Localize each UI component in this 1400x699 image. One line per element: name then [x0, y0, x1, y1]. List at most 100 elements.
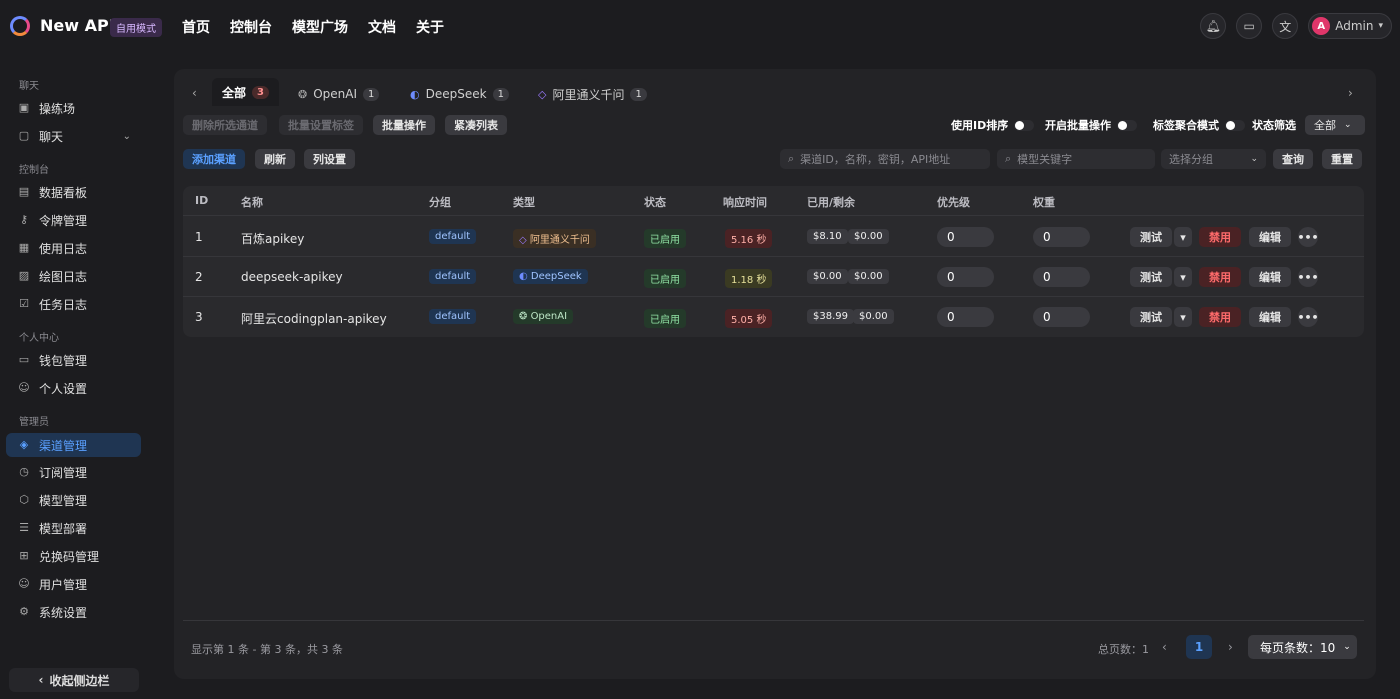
sidebar-item-label: 系统设置 — [39, 605, 88, 620]
cell-id: 1 — [195, 230, 203, 244]
test-dropdown-icon[interactable]: ▾ — [1174, 227, 1192, 247]
batch-ops-button[interactable]: 批量操作 — [373, 115, 435, 135]
sidebar-item-wallet[interactable]: ▭ 钱包管理 — [6, 348, 141, 372]
switch[interactable] — [1117, 119, 1137, 131]
footer-divider — [183, 620, 1364, 621]
nav-models[interactable]: 模型广场 — [292, 17, 348, 37]
chevron-left-icon[interactable]: ‹ — [192, 86, 197, 100]
disable-button[interactable]: 禁用 — [1199, 227, 1241, 247]
nav-docs[interactable]: 文档 — [368, 17, 396, 37]
nav-about[interactable]: 关于 — [416, 17, 444, 37]
chevron-right-icon[interactable]: › — [1228, 640, 1233, 654]
priority-input[interactable]: 0 — [937, 227, 994, 247]
sidebar-item-profile[interactable]: ☺ 个人设置 — [6, 376, 141, 400]
test-button[interactable]: 测试 — [1130, 307, 1172, 327]
weight-input[interactable]: 0 — [1033, 267, 1090, 287]
model-search-input[interactable]: ⌕ 模型关键字 — [997, 149, 1155, 169]
deepseek-icon: ◐ — [410, 87, 420, 101]
more-icon[interactable]: ••• — [1297, 227, 1319, 247]
sidebar-item-channels[interactable]: ◈ 渠道管理 — [6, 433, 141, 457]
tab-qwen[interactable]: ◇ 阿里通义千问 1 — [538, 82, 647, 106]
page-button-current[interactable]: 1 — [1186, 635, 1212, 659]
more-icon[interactable]: ••• — [1297, 307, 1319, 327]
edit-button[interactable]: 编辑 — [1249, 307, 1291, 327]
sidebar-item-subscriptions[interactable]: ◷ 订阅管理 — [6, 460, 141, 484]
disable-button[interactable]: 禁用 — [1199, 267, 1241, 287]
priority-input[interactable]: 0 — [937, 307, 994, 327]
sidebar-item-redeem[interactable]: ⊞ 兑换码管理 — [6, 544, 141, 568]
app-title[interactable]: New API — [40, 16, 115, 35]
test-dropdown-icon[interactable]: ▾ — [1174, 307, 1192, 327]
tab-deepseek[interactable]: ◐ DeepSeek 1 — [410, 82, 509, 106]
cell-name: 阿里云codingplan-apikey — [241, 312, 387, 326]
channel-table: ID 名称 分组 类型 状态 响应时间 已用/剩余 优先级 权重 1 百炼api… — [183, 186, 1364, 337]
switch[interactable] — [1225, 119, 1245, 131]
tab-all[interactable]: 全部 3 — [212, 78, 279, 106]
weight-input[interactable]: 0 — [1033, 227, 1090, 247]
test-button[interactable]: 测试 — [1130, 267, 1172, 287]
qwen-icon: ◇ — [538, 87, 547, 101]
translate-icon[interactable]: 文 — [1272, 13, 1299, 39]
delete-selected-button[interactable]: 删除所选通道 — [183, 115, 267, 135]
reset-button[interactable]: 重置 — [1322, 149, 1362, 169]
status-filter-select[interactable]: 全部 ⌄ — [1305, 115, 1365, 135]
app-logo-icon[interactable] — [10, 16, 30, 36]
batch-mode-toggle[interactable]: 开启批量操作 — [1045, 117, 1137, 133]
batch-tags-button[interactable]: 批量设置标签 — [279, 115, 363, 135]
switch[interactable] — [1014, 119, 1035, 131]
compact-list-button[interactable]: 紧凑列表 — [445, 115, 507, 135]
sidebar-item-chat[interactable]: ▢ 聊天 ⌄ — [6, 124, 141, 148]
group-tag: default — [429, 269, 477, 284]
collapse-sidebar-button[interactable]: ‹ 收起侧边栏 — [9, 668, 139, 692]
sidebar-item-tokens[interactable]: ⚷ 令牌管理 — [6, 208, 141, 232]
type-tag: ◇ 阿里通义千问 — [513, 229, 596, 248]
test-button[interactable]: 测试 — [1130, 227, 1172, 247]
sidebar-item-playground[interactable]: ▣ 操练场 — [6, 96, 141, 120]
sidebar-item-task-log[interactable]: ☑ 任务日志 — [6, 292, 141, 316]
table-row[interactable]: 1 百炼apikey default ◇ 阿里通义千问 已启用 5.16 秒 $… — [183, 217, 1364, 257]
sidebar-item-label: 使用日志 — [39, 241, 88, 256]
tag-aggregate-toggle[interactable]: 标签聚合模式 — [1153, 117, 1245, 133]
sidebar-item-settings[interactable]: ⚙ 系统设置 — [6, 600, 141, 624]
refresh-button[interactable]: 刷新 — [255, 149, 295, 169]
used-amount: $0.00 — [807, 269, 848, 284]
add-channel-button[interactable]: 添加渠道 — [183, 149, 245, 169]
weight-input[interactable]: 0 — [1033, 307, 1090, 327]
table-row[interactable]: 3 阿里云codingplan-apikey default ❂ OpenAI … — [183, 297, 1364, 337]
nav-home[interactable]: 首页 — [182, 17, 210, 37]
column-settings-button[interactable]: 列设置 — [304, 149, 355, 169]
more-icon[interactable]: ••• — [1297, 267, 1319, 287]
key-icon: ⚷ — [19, 213, 29, 226]
nav-console[interactable]: 控制台 — [230, 17, 272, 37]
edit-button[interactable]: 编辑 — [1249, 227, 1291, 247]
sidebar-item-dashboard[interactable]: ▤ 数据看板 — [6, 180, 141, 204]
sidebar-item-usage-log[interactable]: ▦ 使用日志 — [6, 236, 141, 260]
sidebar-item-drawing-log[interactable]: ▨ 绘图日志 — [6, 264, 141, 288]
chevron-right-icon[interactable]: › — [1348, 86, 1353, 100]
sort-by-id-toggle[interactable]: 使用ID排序 — [951, 117, 1035, 133]
sidebar-item-users[interactable]: ☺ 用户管理 — [6, 572, 141, 596]
user-menu[interactable]: A Admin ▾ — [1308, 13, 1392, 39]
test-dropdown-icon[interactable]: ▾ — [1174, 267, 1192, 287]
table-row[interactable]: 2 deepseek-apikey default ◐ DeepSeek 已启用… — [183, 257, 1364, 297]
model-placeholder: 模型关键字 — [1017, 153, 1073, 166]
search-input[interactable]: ⌕ 渠道ID，名称，密钥，API地址 — [780, 149, 990, 169]
chevron-left-icon[interactable]: ‹ — [1162, 640, 1167, 654]
monitor-icon[interactable]: ▭ — [1236, 13, 1263, 39]
tab-openai[interactable]: ❂ OpenAI 1 — [298, 82, 380, 106]
page-size-select[interactable]: 每页条数：10 ⌄ — [1248, 635, 1357, 659]
group-select[interactable]: 选择分组 ⌄ — [1161, 149, 1266, 169]
priority-input[interactable]: 0 — [937, 267, 994, 287]
sidebar-item-models[interactable]: ⬡ 模型管理 — [6, 488, 141, 512]
disable-button[interactable]: 禁用 — [1199, 307, 1241, 327]
sidebar-item-deployments[interactable]: ☰ 模型部署 — [6, 516, 141, 540]
wallet-icon: ▭ — [18, 353, 30, 366]
search-icon: ⌕ — [1005, 152, 1012, 165]
bell-icon[interactable]: 🔔︎ — [1200, 13, 1227, 39]
chevron-down-icon[interactable]: ⌄ — [123, 131, 131, 142]
edit-button[interactable]: 编辑 — [1249, 267, 1291, 287]
toggle-label: 标签聚合模式 — [1153, 119, 1219, 132]
query-button[interactable]: 查询 — [1273, 149, 1313, 169]
image-icon: ▨ — [18, 269, 30, 282]
openai-icon: ❂ — [298, 87, 308, 101]
